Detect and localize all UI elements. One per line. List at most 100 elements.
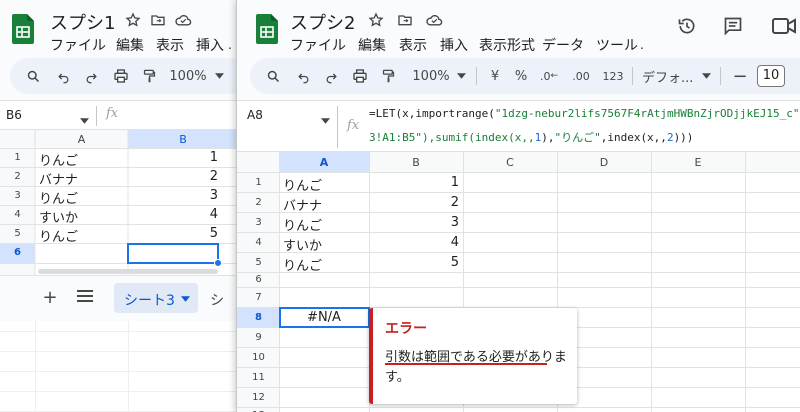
row-header[interactable]: 12	[241, 392, 276, 403]
cell-a3[interactable]: りんご	[39, 188, 78, 207]
decrease-font-size-icon[interactable]: −	[732, 66, 748, 87]
cell-a4[interactable]: すいか	[39, 207, 78, 226]
menu-file[interactable]: ファイル	[50, 35, 106, 55]
decrease-decimal-icon[interactable]: .0 ←	[540, 66, 558, 86]
cell-a5[interactable]: りんご	[283, 255, 322, 274]
zoom-chevron-icon[interactable]	[455, 66, 467, 86]
move-folder-icon[interactable]	[394, 9, 416, 31]
font-family-select[interactable]: デフォ...	[642, 66, 694, 86]
redo-icon[interactable]	[322, 66, 340, 86]
name-box[interactable]: A8	[247, 108, 263, 122]
menu-tools[interactable]: ツール	[596, 35, 638, 55]
menu-insert[interactable]: 挿入	[440, 35, 468, 55]
formula-line-2[interactable]: 3!A1:B5"),sumif(index(x,,1),"りんご",index(…	[369, 129, 693, 145]
sheet-tab-active[interactable]: シート3	[114, 283, 198, 313]
column-header-c[interactable]: C	[463, 156, 557, 169]
row-header[interactable]: 2	[241, 197, 276, 208]
cell-b4[interactable]: 4	[200, 207, 218, 222]
row-header[interactable]: 7	[241, 292, 276, 303]
column-header-a[interactable]: A	[279, 156, 369, 169]
font-chevron-icon[interactable]	[700, 66, 712, 86]
cell-a2[interactable]: バナナ	[39, 169, 78, 188]
row-header[interactable]: 3	[0, 190, 35, 201]
row-header[interactable]: 2	[0, 171, 35, 182]
add-sheet-icon[interactable]: +	[40, 287, 60, 308]
sheets-logo-icon[interactable]	[12, 14, 34, 44]
formula-line-1[interactable]: =LET(x,importrange("1dzg-nebur2lifs7567F…	[369, 107, 800, 120]
cloud-saved-icon[interactable]	[423, 9, 445, 31]
menu-format[interactable]: 表示形式	[479, 35, 535, 55]
sheet-tab-next[interactable]: シ	[210, 290, 224, 310]
zoom-select[interactable]: 100%	[411, 66, 451, 86]
cell-b4[interactable]: 4	[437, 235, 459, 250]
document-title[interactable]: スプシ2	[290, 9, 355, 35]
percent-format-button[interactable]: %	[514, 66, 528, 86]
menu-file[interactable]: ファイル	[290, 35, 346, 55]
row-header[interactable]: 10	[241, 352, 276, 363]
row-header[interactable]: 1	[241, 177, 276, 188]
cell-a3[interactable]: りんご	[283, 215, 322, 234]
cell-a8[interactable]: #N/A	[279, 310, 369, 325]
menu-view[interactable]: 表示	[399, 35, 427, 55]
cell-a4[interactable]: すいか	[283, 235, 322, 254]
row-header[interactable]: 5	[0, 228, 35, 239]
row-header[interactable]: 6	[0, 247, 35, 258]
row-header[interactable]: 3	[241, 217, 276, 228]
column-header-e[interactable]: E	[651, 156, 745, 169]
column-header-a[interactable]: A	[35, 133, 128, 146]
column-header-b[interactable]: B	[128, 133, 238, 146]
sheets-logo-icon[interactable]	[256, 14, 278, 44]
cell-b1[interactable]: 1	[437, 175, 459, 190]
cell-a1[interactable]: りんご	[283, 175, 322, 194]
redo-icon[interactable]	[82, 66, 100, 86]
move-folder-icon[interactable]	[147, 9, 169, 31]
cell-a1[interactable]: りんご	[39, 150, 78, 169]
cell-b5[interactable]: 5	[437, 255, 459, 270]
print-icon[interactable]	[351, 66, 369, 86]
name-box-dropdown-icon[interactable]	[80, 113, 89, 128]
column-header-b[interactable]: B	[369, 156, 463, 169]
menu-data[interactable]: データ	[542, 35, 584, 55]
menu-edit[interactable]: 編集	[116, 35, 144, 55]
column-header-d[interactable]: D	[557, 156, 651, 169]
star-icon[interactable]	[122, 9, 144, 31]
increase-decimal-icon[interactable]: .00	[570, 66, 592, 86]
undo-icon[interactable]	[294, 66, 312, 86]
row-header[interactable]: 4	[241, 237, 276, 248]
more-formats-button[interactable]: 123	[602, 66, 624, 86]
row-header[interactable]: 9	[241, 332, 276, 343]
comments-icon[interactable]	[721, 14, 745, 38]
currency-format-button[interactable]: ¥	[488, 66, 502, 86]
menu-insert[interactable]: 挿入	[196, 35, 224, 55]
row-header[interactable]: 5	[241, 257, 276, 268]
sheet-grid[interactable]: A B 1 2 3 4 5 6 りんご バナナ りんご すいか りんご 1 2 …	[0, 130, 238, 275]
sheet-grid[interactable]: A B C D E 1 2 3 4 5 6 7 8 9 10 11 12 13 …	[237, 152, 800, 412]
cell-b1[interactable]: 1	[200, 150, 218, 165]
cloud-saved-icon[interactable]	[172, 9, 194, 31]
meet-icon[interactable]	[769, 14, 800, 38]
row-header[interactable]: 4	[0, 209, 35, 220]
document-title[interactable]: スプシ1	[50, 9, 115, 35]
cell-b3[interactable]: 3	[437, 215, 459, 230]
row-header[interactable]: 6	[241, 274, 276, 285]
cell-a2[interactable]: バナナ	[283, 195, 322, 214]
row-header[interactable]: 8	[241, 312, 276, 323]
star-icon[interactable]	[365, 9, 387, 31]
menu-edit[interactable]: 編集	[358, 35, 386, 55]
font-size-input[interactable]: 10	[757, 65, 785, 87]
version-history-icon[interactable]	[675, 14, 699, 38]
menu-view[interactable]: 表示	[156, 35, 184, 55]
paint-format-icon[interactable]	[379, 66, 397, 86]
name-box[interactable]: B6	[6, 108, 22, 122]
cell-b3[interactable]: 3	[200, 188, 218, 203]
undo-icon[interactable]	[54, 66, 72, 86]
row-header[interactable]: 11	[241, 372, 276, 383]
cell-b2[interactable]: 2	[437, 195, 459, 210]
all-sheets-icon[interactable]	[77, 289, 93, 307]
row-header[interactable]: 1	[0, 152, 35, 163]
cell-a5[interactable]: りんご	[39, 226, 78, 245]
cell-b5[interactable]: 5	[200, 226, 218, 241]
search-menu-icon[interactable]	[264, 66, 282, 86]
print-icon[interactable]	[112, 66, 130, 86]
paint-format-icon[interactable]	[140, 66, 158, 86]
